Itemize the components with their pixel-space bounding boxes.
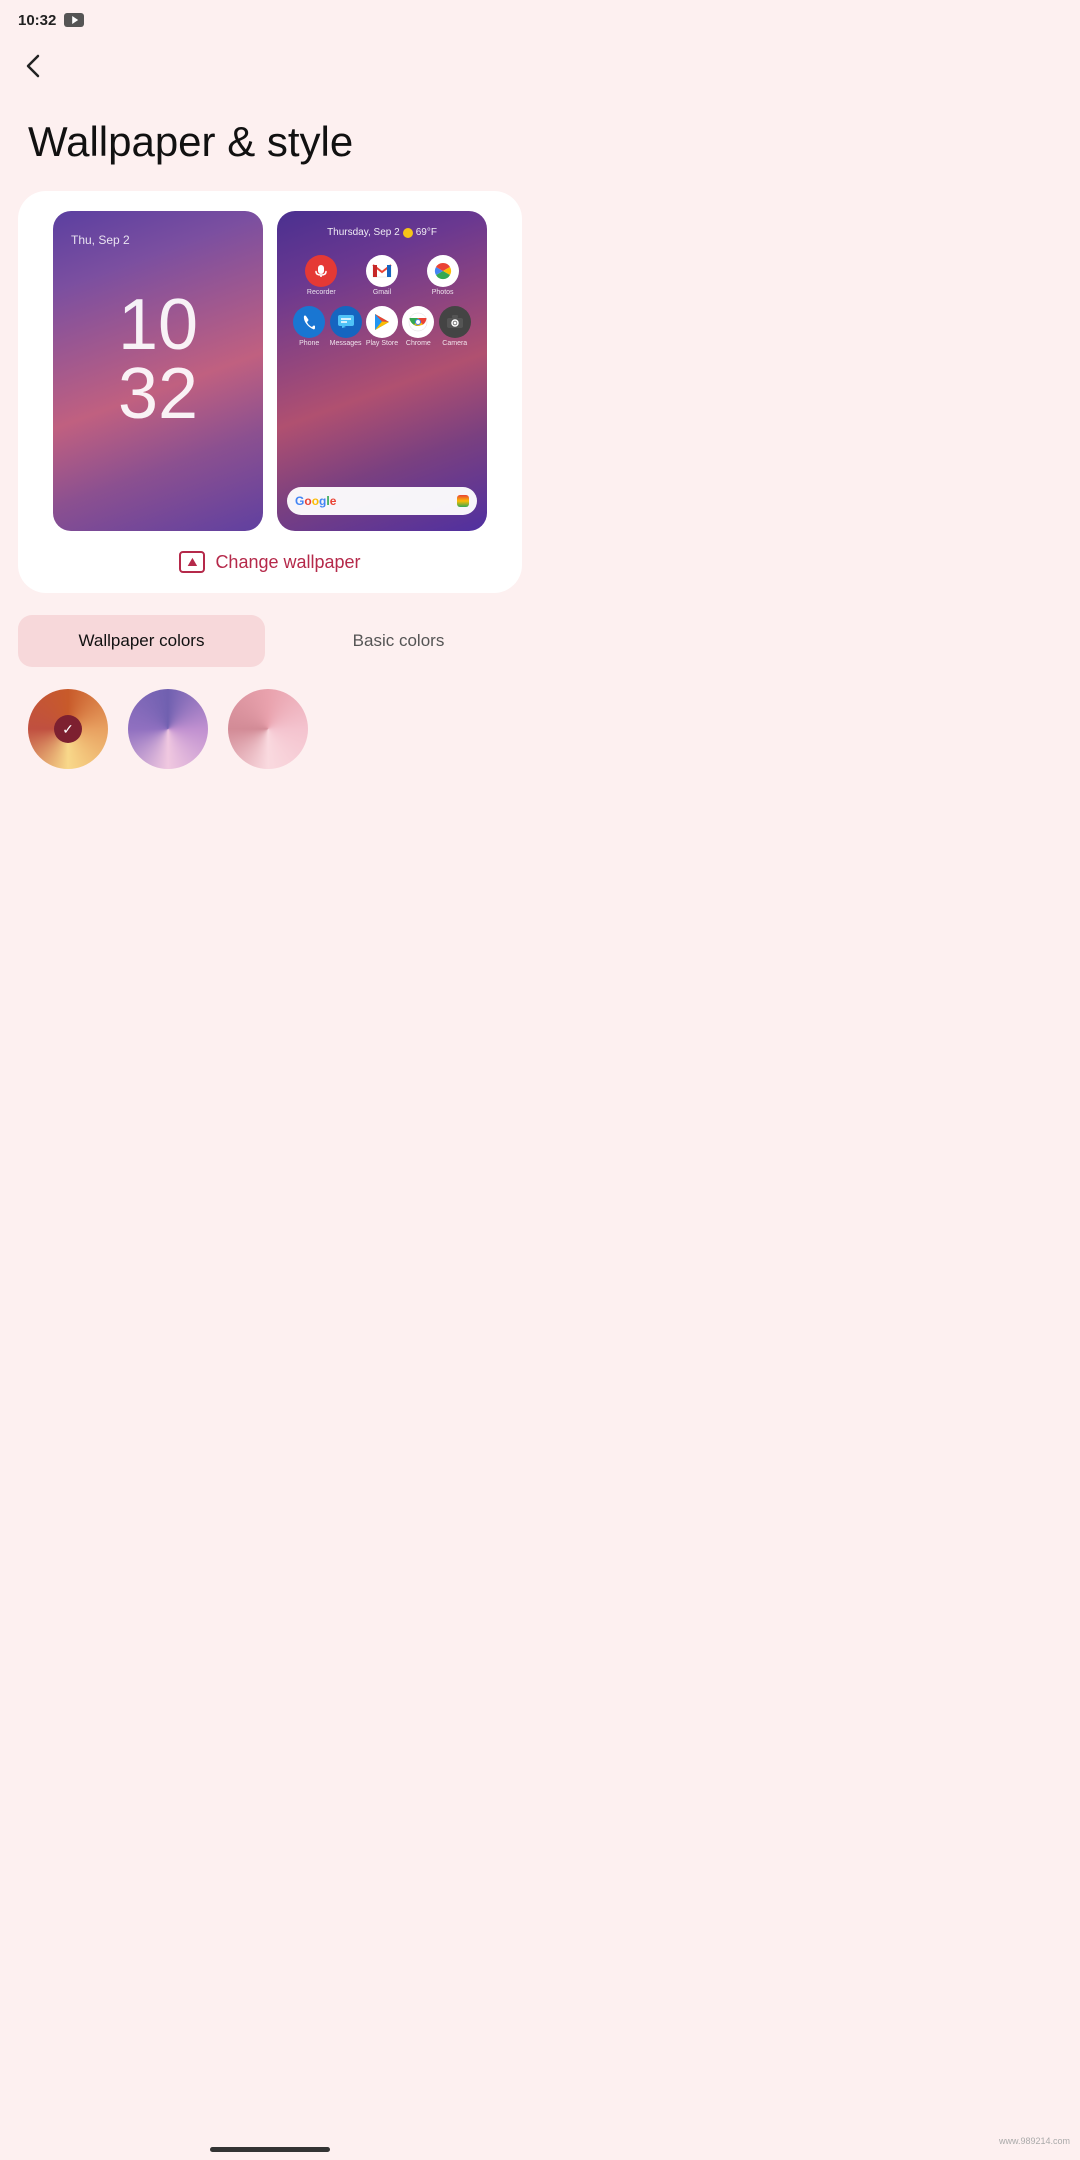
app-camera-label: Camera (442, 340, 467, 347)
app-grid: Recorder Gmail (291, 255, 473, 357)
app-messages-label: Messages (330, 340, 362, 347)
status-bar: 10:32 (0, 0, 540, 36)
app-phone: Phone (291, 306, 327, 347)
color-tabs: Wallpaper colors Basic colors (18, 615, 522, 667)
app-photos: Photos (425, 255, 461, 296)
app-camera: Camera (437, 306, 473, 347)
wallpaper-icon (179, 551, 205, 573)
back-button[interactable] (0, 36, 540, 89)
home-date-weather: Thursday, Sep 2 69°F (277, 227, 487, 238)
swatch-purple[interactable] (128, 689, 208, 769)
messages-icon (330, 306, 362, 338)
swatch-warm[interactable]: ✓ (28, 689, 108, 769)
app-chrome-label: Chrome (406, 340, 431, 347)
home-screen-preview[interactable]: Thursday, Sep 2 69°F (277, 211, 487, 531)
app-messages: Messages (328, 306, 364, 347)
mic-icon (457, 495, 469, 507)
gmail-icon (366, 255, 398, 287)
nav-bar (0, 2147, 540, 2160)
preview-screens: Thu, Sep 2 10 32 Thursday, Sep 2 69°F (38, 211, 502, 531)
app-gmail: Gmail (364, 255, 400, 296)
camera-icon (439, 306, 471, 338)
app-row-1: Recorder Gmail (291, 255, 473, 296)
lock-screen-preview[interactable]: Thu, Sep 2 10 32 (53, 211, 263, 531)
lock-screen-time: 10 32 (118, 291, 198, 428)
selected-check: ✓ (54, 715, 82, 743)
app-chrome: Chrome (400, 306, 436, 347)
page-title: Wallpaper & style (0, 89, 540, 191)
app-recorder: Recorder (303, 255, 339, 296)
sun-icon (403, 228, 413, 238)
google-search-bar[interactable]: Google (287, 487, 477, 515)
lock-screen-date: Thu, Sep 2 (71, 233, 130, 247)
phone-icon (293, 306, 325, 338)
youtube-icon (64, 13, 84, 27)
tab-wallpaper-colors[interactable]: Wallpaper colors (18, 615, 265, 667)
photos-icon (427, 255, 459, 287)
app-playstore: Play Store (364, 306, 400, 347)
swatch-pink[interactable] (228, 689, 308, 769)
google-logo: Google (295, 494, 336, 508)
watermark: www.989214.com (999, 2136, 1070, 2146)
app-row-2: Phone Messages (291, 306, 473, 347)
playstore-icon (366, 306, 398, 338)
change-wallpaper-button[interactable]: Change wallpaper (38, 531, 502, 593)
tab-basic-colors[interactable]: Basic colors (275, 615, 522, 667)
app-gmail-label: Gmail (373, 289, 391, 296)
status-time: 10:32 (18, 12, 56, 29)
change-wallpaper-label: Change wallpaper (215, 552, 360, 573)
home-indicator[interactable] (210, 2147, 330, 2152)
recorder-icon (305, 255, 337, 287)
app-photos-label: Photos (432, 289, 454, 296)
color-swatches: ✓ (0, 667, 540, 779)
app-phone-label: Phone (299, 340, 319, 347)
app-recorder-label: Recorder (307, 289, 336, 296)
preview-card: Thu, Sep 2 10 32 Thursday, Sep 2 69°F (18, 191, 522, 593)
app-playstore-label: Play Store (366, 340, 398, 347)
chrome-icon (402, 306, 434, 338)
